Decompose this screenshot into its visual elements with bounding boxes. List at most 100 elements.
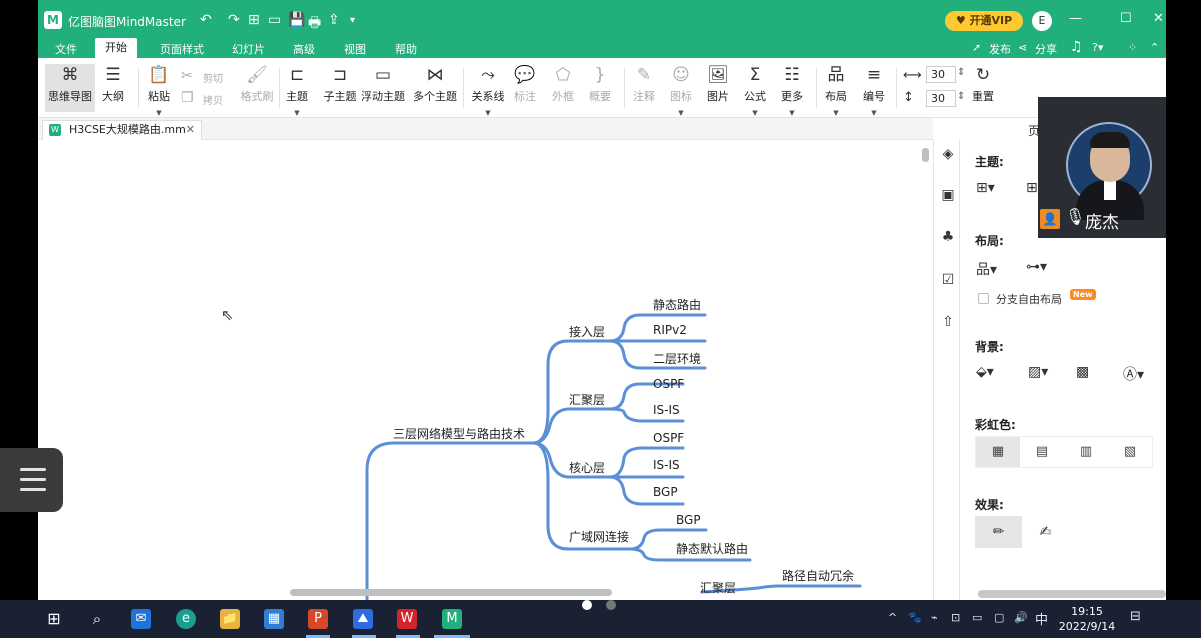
effect-pen-button[interactable]: ✏	[975, 516, 1022, 548]
undo-icon[interactable]: ↶	[200, 12, 212, 28]
topic-card-tab-icon[interactable]: ▣	[939, 186, 957, 204]
tray-app-icon[interactable]: 🐾	[908, 611, 922, 624]
reset-button[interactable]: ↻ 重置	[961, 64, 1005, 112]
chevron-down-icon[interactable]: ▼	[770, 109, 814, 117]
publish-icon[interactable]: ➚	[972, 41, 981, 54]
leaf-topic[interactable]: BGP	[653, 485, 678, 499]
menu-advanced[interactable]: 高级	[293, 41, 315, 57]
theme-grid-icon[interactable]: ⊞▾	[976, 180, 995, 196]
task-tab-icon[interactable]: ☑	[939, 271, 957, 289]
copy-button[interactable]: 拷贝	[203, 92, 223, 107]
effect-handdrawn-button[interactable]: ✍	[1022, 516, 1069, 548]
page-dot-active[interactable]	[582, 600, 592, 610]
leaf-topic[interactable]: 静态路由	[653, 296, 701, 313]
leaf-topic[interactable]: IS-IS	[653, 458, 680, 472]
tray-display-icon[interactable]: ▢	[994, 611, 1004, 624]
windows-start-icon[interactable]: ⊞	[44, 609, 64, 629]
user-avatar[interactable]: E	[1032, 11, 1052, 31]
apps-icon[interactable]: ⁘	[1128, 41, 1137, 54]
background-image-icon[interactable]: ▨▾	[1028, 364, 1048, 380]
floating-topic-button[interactable]: ▭ 浮动主题	[358, 64, 408, 112]
vip-button[interactable]: ♥ 开通VIP	[945, 11, 1023, 31]
layer-topic-partial[interactable]: 汇聚层	[700, 579, 736, 596]
document-tab[interactable]: W H3CSE大规模路由.mm ✕	[42, 120, 202, 140]
meeting-app-icon[interactable]: ⛰	[353, 609, 373, 629]
new-file-icon[interactable]: ⊞	[248, 12, 260, 28]
leaf-topic[interactable]: 二层环境	[653, 350, 701, 367]
leaf-topic-partial[interactable]: 路径自动冗余	[782, 567, 854, 584]
share-button[interactable]: 分享	[1035, 41, 1057, 57]
cut-button[interactable]: 剪切	[203, 70, 223, 85]
tray-overflow-icon[interactable]: ^	[888, 611, 897, 624]
horizontal-spacing-input[interactable]: 30	[926, 66, 956, 83]
store-icon[interactable]: ▦	[264, 609, 284, 629]
wps-office-icon[interactable]: W	[397, 609, 417, 629]
input-method-indicator[interactable]: 中	[1035, 609, 1048, 628]
mail-icon[interactable]: ✉	[131, 609, 151, 629]
menu-home[interactable]: 开始	[95, 38, 137, 58]
export-icon[interactable]: ⇪	[328, 12, 340, 28]
rainbow-option-3[interactable]: ▥	[1064, 437, 1108, 467]
tray-battery-icon[interactable]: ▭	[972, 611, 982, 624]
vertical-scrollbar[interactable]	[922, 148, 929, 162]
layer-topic[interactable]: 汇聚层	[569, 391, 605, 408]
menu-help[interactable]: 帮助	[395, 41, 417, 57]
clipart-tab-icon[interactable]: ♣	[939, 228, 957, 246]
text-style-icon[interactable]: Ⓐ▾	[1123, 364, 1144, 384]
chevron-down-icon[interactable]: ▼	[274, 109, 320, 117]
maximize-button[interactable]: ☐	[1120, 11, 1132, 26]
chevron-down-icon[interactable]: ▼	[137, 109, 181, 117]
floating-menu-handle[interactable]	[0, 448, 63, 512]
save-icon[interactable]: 💾	[288, 12, 305, 28]
export-tab-icon[interactable]: ⇧	[939, 313, 957, 331]
mindmap-canvas[interactable]: 三层网络模型与路由技术 接入层 静态路由 RIPv2 二层环境 汇聚层 OSPF…	[38, 140, 933, 600]
system-clock[interactable]: 19:15 2022/9/14	[1058, 604, 1116, 634]
share-icon[interactable]: ⋖	[1018, 41, 1027, 54]
bell-icon[interactable]: ♫	[1070, 39, 1083, 55]
tray-network-icon[interactable]: ⌁	[931, 611, 938, 624]
leaf-topic[interactable]: OSPF	[653, 377, 684, 391]
print-icon[interactable]: 🖶	[308, 12, 321, 36]
horizontal-scrollbar[interactable]	[290, 589, 612, 596]
tray-screen-icon[interactable]: ⊡	[951, 611, 960, 624]
help-icon[interactable]: ?▾	[1092, 41, 1103, 54]
collapse-ribbon-icon[interactable]: ⌃	[1150, 41, 1159, 54]
mindmap-view-button[interactable]: ⌘ 思维导图	[45, 64, 95, 112]
menu-slides[interactable]: 幻灯片	[232, 41, 265, 57]
free-layout-checkbox[interactable]	[978, 293, 989, 304]
fill-bucket-icon[interactable]: ⬙▾	[976, 364, 994, 380]
close-icon[interactable]: ✕	[186, 121, 195, 139]
rainbow-option-4[interactable]: ▧	[1108, 437, 1152, 467]
layer-topic[interactable]: 接入层	[569, 323, 605, 340]
quick-access-more-icon[interactable]: ▾	[350, 15, 355, 26]
copy-icon[interactable]: ❐	[181, 90, 194, 106]
scissors-icon[interactable]: ✂	[181, 68, 193, 84]
page-dot[interactable]	[606, 600, 616, 610]
rainbow-option-1[interactable]: ▦	[976, 437, 1020, 467]
publish-button[interactable]: 发布	[989, 41, 1011, 57]
leaf-topic[interactable]: 静态默认路由	[676, 540, 748, 557]
panel-scrollbar[interactable]	[978, 590, 1166, 598]
volume-icon[interactable]: 🔊	[1014, 611, 1028, 624]
leaf-topic[interactable]: BGP	[676, 513, 701, 527]
more-button[interactable]: ☷ 更多 ▼	[770, 64, 814, 117]
leaf-topic[interactable]: IS-IS	[653, 403, 680, 417]
leaf-topic[interactable]: OSPF	[653, 431, 684, 445]
chevron-down-icon[interactable]: ▼	[852, 109, 896, 117]
summary-button[interactable]: } 概要	[578, 64, 622, 112]
menu-view[interactable]: 视图	[344, 41, 366, 57]
multiple-topics-button[interactable]: ⋈ 多个主题	[410, 64, 460, 112]
watermark-icon[interactable]: ▩	[1076, 364, 1089, 380]
file-explorer-icon[interactable]: 📁	[220, 609, 240, 629]
leaf-topic[interactable]: RIPv2	[653, 323, 687, 337]
numbering-button[interactable]: ≡ 编号 ▼	[852, 64, 896, 117]
connector-style-icon[interactable]: ⊶▾	[1026, 259, 1047, 275]
paste-button[interactable]: 📋 粘贴 ▼	[137, 64, 181, 117]
close-button[interactable]: ✕	[1153, 11, 1164, 26]
presentation-app-icon[interactable]: P	[308, 609, 328, 629]
search-icon[interactable]: ⌕	[87, 609, 107, 629]
rainbow-option-2[interactable]: ▤	[1020, 437, 1064, 467]
menu-file[interactable]: 文件	[55, 41, 77, 57]
vertical-spacing-input[interactable]: 30	[926, 90, 956, 107]
outline-view-button[interactable]: ☰ 大纲	[90, 64, 136, 112]
